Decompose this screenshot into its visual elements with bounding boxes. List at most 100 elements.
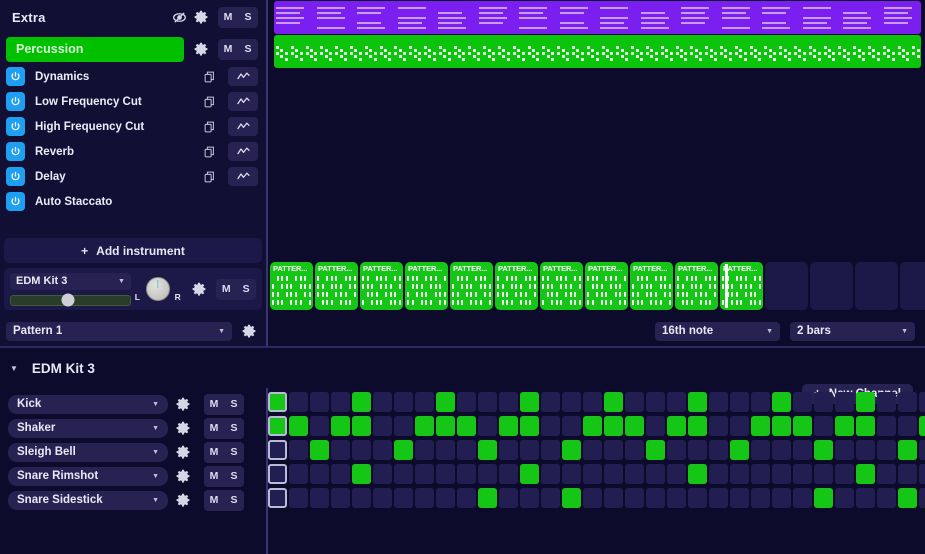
step-cell[interactable] <box>478 440 497 460</box>
step-cell[interactable] <box>814 440 833 460</box>
playhead[interactable] <box>725 264 728 308</box>
gear-icon[interactable] <box>172 441 194 463</box>
step-cell[interactable] <box>331 416 350 436</box>
instrument-mute-button[interactable]: M <box>216 279 236 300</box>
step-cell[interactable] <box>751 488 770 508</box>
step-cell[interactable] <box>583 392 602 412</box>
step-cell[interactable] <box>709 416 728 436</box>
channel-mute-button[interactable]: M <box>204 442 224 463</box>
step-cell[interactable] <box>793 440 812 460</box>
subtrack-percussion[interactable]: Percussion <box>6 36 184 62</box>
automation-icon[interactable] <box>228 142 258 161</box>
step-cell[interactable] <box>793 416 812 436</box>
channel-select[interactable]: Snare Sidestick ▼ <box>8 490 168 510</box>
step-cell[interactable] <box>814 488 833 508</box>
step-cell[interactable] <box>499 392 518 412</box>
empty-clip-slot[interactable] <box>810 262 853 310</box>
step-cell[interactable] <box>919 464 925 484</box>
step-cell[interactable] <box>373 488 392 508</box>
step-cell[interactable] <box>646 488 665 508</box>
step-cell[interactable] <box>793 464 812 484</box>
step-cell[interactable] <box>520 416 539 436</box>
step-cell[interactable] <box>457 464 476 484</box>
step-cell[interactable] <box>436 416 455 436</box>
step-cell[interactable] <box>457 392 476 412</box>
step-cell[interactable] <box>667 488 686 508</box>
step-cell[interactable] <box>520 464 539 484</box>
subtrack-mute-button[interactable]: M <box>218 39 238 60</box>
step-cell[interactable] <box>394 416 413 436</box>
power-icon[interactable] <box>6 142 25 161</box>
step-cell[interactable] <box>310 488 329 508</box>
step-cell[interactable] <box>646 464 665 484</box>
step-cell[interactable] <box>268 464 287 484</box>
pattern-clip[interactable]: PATTER... <box>720 262 763 310</box>
step-cell[interactable] <box>751 416 770 436</box>
copy-icon[interactable] <box>198 171 222 183</box>
step-cell[interactable] <box>856 416 875 436</box>
step-cell[interactable] <box>268 392 287 412</box>
gear-icon[interactable] <box>190 6 212 28</box>
step-cell[interactable] <box>268 488 287 508</box>
step-cell[interactable] <box>646 392 665 412</box>
step-cell[interactable] <box>562 392 581 412</box>
step-cell[interactable] <box>919 416 925 436</box>
channel-mute-button[interactable]: M <box>204 418 224 439</box>
copy-icon[interactable] <box>198 146 222 158</box>
step-cell[interactable] <box>730 464 749 484</box>
step-cell[interactable] <box>835 464 854 484</box>
step-cell[interactable] <box>331 392 350 412</box>
step-cell[interactable] <box>520 488 539 508</box>
copy-icon[interactable] <box>198 71 222 83</box>
gear-icon[interactable] <box>238 320 260 342</box>
step-cell[interactable] <box>331 440 350 460</box>
step-cell[interactable] <box>289 392 308 412</box>
step-cell[interactable] <box>751 440 770 460</box>
channel-mute-button[interactable]: M <box>204 466 224 487</box>
power-icon[interactable] <box>6 67 25 86</box>
step-cell[interactable] <box>289 464 308 484</box>
channel-mute-button[interactable]: M <box>204 490 224 511</box>
step-cell[interactable] <box>373 464 392 484</box>
automation-icon[interactable] <box>228 92 258 111</box>
step-cell[interactable] <box>310 440 329 460</box>
step-cell[interactable] <box>394 464 413 484</box>
step-cell[interactable] <box>688 488 707 508</box>
timeline-lane-green[interactable] <box>274 35 921 68</box>
step-cell[interactable] <box>667 440 686 460</box>
step-cell[interactable] <box>436 392 455 412</box>
automation-icon[interactable] <box>228 167 258 186</box>
step-cell[interactable] <box>877 440 896 460</box>
copy-icon[interactable] <box>198 121 222 133</box>
step-cell[interactable] <box>877 416 896 436</box>
gear-icon[interactable] <box>189 278 211 300</box>
step-cell[interactable] <box>625 488 644 508</box>
step-cell[interactable] <box>499 488 518 508</box>
step-cell[interactable] <box>793 488 812 508</box>
step-cell[interactable] <box>730 416 749 436</box>
step-cell[interactable] <box>520 392 539 412</box>
step-cell[interactable] <box>499 416 518 436</box>
step-cell[interactable] <box>835 392 854 412</box>
automation-icon[interactable] <box>228 67 258 86</box>
step-cell[interactable] <box>835 416 854 436</box>
step-cell[interactable] <box>814 392 833 412</box>
copy-icon[interactable] <box>198 96 222 108</box>
step-cell[interactable] <box>604 416 623 436</box>
step-cell[interactable] <box>835 440 854 460</box>
volume-slider[interactable] <box>10 293 131 307</box>
step-cell[interactable] <box>289 440 308 460</box>
pattern-clip[interactable]: PATTER... <box>315 262 358 310</box>
pattern-clip[interactable]: PATTER... <box>495 262 538 310</box>
step-cell[interactable] <box>310 392 329 412</box>
step-cell[interactable] <box>394 440 413 460</box>
channel-mute-button[interactable]: M <box>204 394 224 415</box>
step-cell[interactable] <box>436 440 455 460</box>
pattern-clip[interactable]: PATTER... <box>540 262 583 310</box>
step-cell[interactable] <box>667 464 686 484</box>
step-cell[interactable] <box>541 416 560 436</box>
step-cell[interactable] <box>478 464 497 484</box>
step-cell[interactable] <box>583 416 602 436</box>
track-mute-button[interactable]: M <box>218 7 238 28</box>
step-cell[interactable] <box>331 464 350 484</box>
